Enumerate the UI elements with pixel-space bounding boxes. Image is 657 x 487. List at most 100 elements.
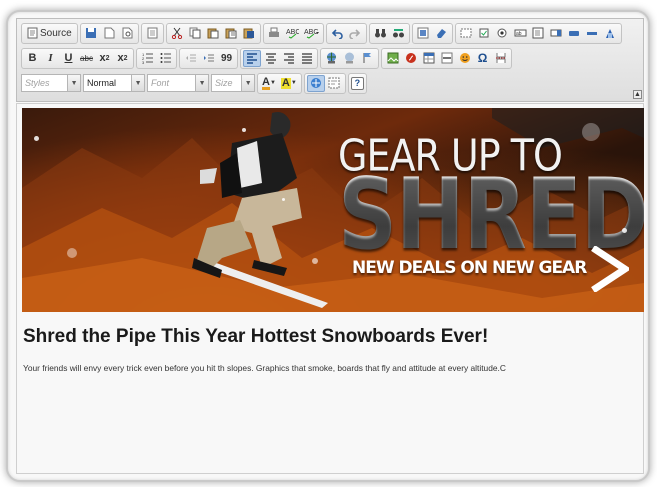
- new-page-icon: [104, 27, 115, 39]
- tools-group: [303, 72, 346, 94]
- redo-button[interactable]: [347, 25, 364, 42]
- new-page-button[interactable]: [101, 25, 118, 42]
- unlink-icon: [345, 52, 354, 64]
- table-icon: [423, 52, 434, 64]
- font-combo[interactable]: Font ▼: [147, 74, 209, 92]
- spellcheck-button[interactable]: ABC: [284, 25, 301, 42]
- flash-button[interactable]: [402, 50, 419, 67]
- remove-format-button[interactable]: [433, 25, 450, 42]
- radio-button[interactable]: [494, 25, 511, 42]
- replace-button[interactable]: [390, 25, 407, 42]
- paste-word-button[interactable]: [241, 25, 258, 42]
- undo-button[interactable]: [329, 25, 346, 42]
- paste-button[interactable]: [205, 25, 222, 42]
- collapse-toolbar-button[interactable]: ▲: [633, 90, 642, 99]
- numbered-list-button[interactable]: 123: [139, 50, 156, 67]
- about-button[interactable]: ?: [350, 76, 364, 90]
- copy-icon: [189, 27, 201, 39]
- spellcheck-as-you-type-button[interactable]: ABC: [302, 25, 321, 42]
- paste-text-button[interactable]: [223, 25, 240, 42]
- textfield-button[interactable]: ab: [512, 25, 529, 42]
- save-button[interactable]: [83, 25, 100, 42]
- radio-icon: [497, 28, 507, 38]
- horizontal-rule-button[interactable]: [438, 50, 455, 67]
- templates-button[interactable]: [144, 25, 161, 42]
- chevron-down-icon: ▼: [290, 80, 297, 86]
- banner-image: GEAR UP TO SHRED NEW DEALS ON NEW GEAR: [22, 108, 644, 312]
- align-left-button[interactable]: [243, 49, 261, 67]
- paste-text-icon: [225, 28, 237, 39]
- smiley-button[interactable]: [456, 50, 473, 67]
- source-button[interactable]: Source: [24, 25, 75, 42]
- replace-icon: [392, 29, 404, 38]
- snowflake-decoration: [622, 228, 627, 233]
- justify-icon: [301, 53, 312, 64]
- preview-button[interactable]: [119, 25, 136, 42]
- page-break-button[interactable]: [492, 50, 509, 67]
- table-button[interactable]: [420, 50, 437, 67]
- text-color-label: A: [262, 75, 270, 90]
- italic-button[interactable]: I: [42, 50, 59, 67]
- bold-button[interactable]: B: [24, 50, 41, 67]
- special-char-button[interactable]: Ω: [474, 50, 491, 67]
- copy-button[interactable]: [187, 25, 204, 42]
- strike-button[interactable]: abc: [78, 50, 95, 67]
- snowflake-decoration: [312, 258, 318, 264]
- align-center-icon: [265, 53, 276, 64]
- indent-icon: [203, 54, 214, 62]
- chevron-right-icon: [591, 246, 629, 292]
- flash-icon: [405, 53, 416, 63]
- textarea-button[interactable]: [530, 25, 547, 42]
- source-label: Source: [40, 27, 72, 39]
- preview-icon: [122, 27, 133, 39]
- link-group: [320, 47, 379, 69]
- editor-content-area[interactable]: GEAR UP TO SHRED NEW DEALS ON NEW GEAR S…: [16, 103, 644, 474]
- indent-button[interactable]: [200, 50, 217, 67]
- button-field-button[interactable]: [566, 25, 583, 42]
- print-button[interactable]: [266, 25, 283, 42]
- toolbar-row-2: B I U abc x2 x2 123 99 Ω: [21, 47, 512, 69]
- content-heading: Shred the Pipe This Year Hottest Snowboa…: [23, 326, 489, 347]
- form-button[interactable]: [458, 25, 475, 42]
- select-field-button[interactable]: [548, 25, 565, 42]
- bulleted-list-button[interactable]: [157, 50, 174, 67]
- underline-button[interactable]: U: [60, 50, 77, 67]
- bg-color-button[interactable]: A ▼: [279, 75, 299, 92]
- blockquote-label: 99: [220, 52, 233, 64]
- link-button[interactable]: [323, 50, 340, 67]
- paste-word-icon: [243, 28, 255, 39]
- align-right-icon: [283, 53, 294, 64]
- find-button[interactable]: [372, 25, 389, 42]
- outdent-button[interactable]: [182, 50, 199, 67]
- format-combo-text: Normal: [87, 78, 117, 88]
- horizontal-rule-icon: [441, 52, 452, 64]
- align-center-button[interactable]: [262, 50, 279, 67]
- strike-label: abc: [80, 53, 93, 63]
- select-all-button[interactable]: [415, 25, 432, 42]
- form-group: ab: [454, 22, 622, 44]
- image-button[interactable]: [384, 50, 401, 67]
- superscript-button[interactable]: x2: [114, 50, 131, 67]
- text-color-button[interactable]: A ▼: [260, 75, 278, 92]
- checkbox-button[interactable]: [476, 25, 493, 42]
- cut-button[interactable]: [169, 25, 186, 42]
- anchor-button[interactable]: [359, 50, 376, 67]
- styles-combo[interactable]: Styles ▼: [21, 74, 81, 92]
- unlink-button[interactable]: [341, 50, 358, 67]
- justify-button[interactable]: [298, 50, 315, 67]
- image-button-field-button[interactable]: [584, 25, 601, 42]
- blockquote-button[interactable]: 99: [218, 50, 235, 67]
- bg-color-label: A: [280, 76, 291, 89]
- chevron-down-icon: ▼: [241, 75, 254, 91]
- toolbar-row-3: Styles ▼ Normal ▼ Font ▼ Size ▼ A ▼ A ▼ …: [21, 72, 367, 94]
- maximize-button[interactable]: [306, 74, 325, 92]
- hidden-field-button[interactable]: [602, 25, 619, 42]
- source-icon: [27, 27, 38, 39]
- format-combo[interactable]: Normal ▼: [83, 74, 145, 92]
- align-right-button[interactable]: [280, 50, 297, 67]
- document-group: [79, 22, 139, 44]
- show-blocks-button[interactable]: [326, 75, 343, 92]
- size-combo[interactable]: Size ▼: [211, 74, 255, 92]
- flag-icon: [363, 53, 371, 63]
- subscript-button[interactable]: x2: [96, 50, 113, 67]
